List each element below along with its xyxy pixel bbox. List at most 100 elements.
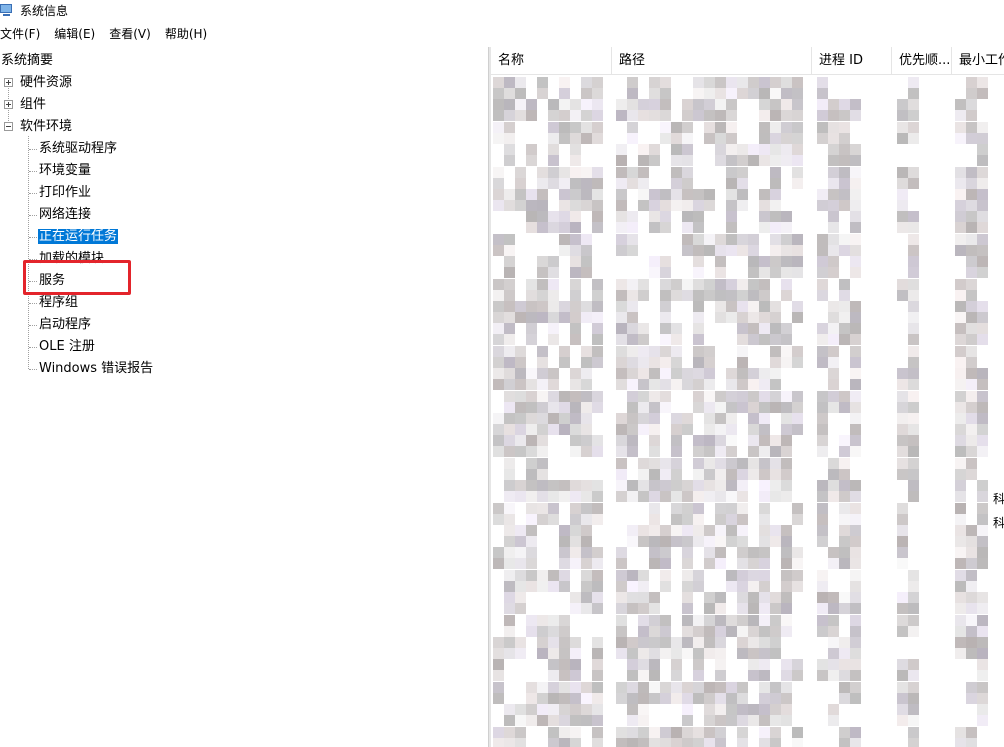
- table-row[interactable]: [491, 166, 1004, 189]
- table-row[interactable]: [491, 77, 1004, 99]
- redacted-pixel: [897, 390, 908, 402]
- redacted-pixel: [770, 345, 781, 357]
- menu-help[interactable]: 帮助(H): [165, 25, 214, 42]
- table-row[interactable]: [491, 681, 1004, 704]
- redacted-pixel: [548, 390, 559, 402]
- redacted-pixel: [839, 323, 850, 335]
- redacted-pixel: [581, 390, 592, 402]
- redacted-pixel: [537, 267, 548, 279]
- table-row[interactable]: [491, 502, 1004, 525]
- redacted-pixel: [526, 99, 537, 111]
- table-row[interactable]: [491, 301, 1004, 323]
- tree-item-system-summary[interactable]: 系统摘要: [1, 50, 53, 72]
- redacted-pixel: [977, 659, 988, 671]
- tree-item-components[interactable]: 组件: [20, 94, 46, 116]
- redacted-pixel: [966, 592, 977, 604]
- redacted-pixel: [770, 648, 781, 659]
- table-row[interactable]: [491, 144, 1004, 167]
- tree-item-ole-registration[interactable]: OLE 注册: [39, 336, 95, 358]
- tree-item-label: 程序组: [39, 295, 79, 310]
- redacted-pixel: [715, 480, 726, 492]
- redacted-pixel: [748, 558, 759, 570]
- table-row[interactable]: [491, 659, 1004, 682]
- tree-item-network-connections[interactable]: 网络连接: [39, 204, 91, 226]
- plus-icon[interactable]: [4, 78, 13, 87]
- menu-edit[interactable]: 编辑(E): [54, 25, 102, 42]
- redacted-pixel: [977, 144, 988, 156]
- table-row[interactable]: [491, 457, 1004, 480]
- table-row[interactable]: [491, 189, 1004, 211]
- menu-view[interactable]: 查看(V): [109, 25, 158, 42]
- redacted-pixel: [759, 88, 770, 99]
- minus-icon[interactable]: [4, 122, 13, 131]
- redacted-pixel: [737, 704, 748, 716]
- tree-item-running-tasks[interactable]: 正在运行任务: [38, 226, 119, 248]
- table-row[interactable]: [491, 413, 1004, 435]
- redacted-pixel: [850, 345, 861, 357]
- redacted-pixel: [493, 356, 504, 368]
- table-row[interactable]: [491, 121, 1004, 144]
- redacted-pixel: [748, 390, 759, 402]
- tree-item-print-jobs[interactable]: 打印作业: [39, 182, 91, 204]
- redacted-pixel: [548, 155, 559, 167]
- tree-item-system-drivers[interactable]: 系统驱动程序: [39, 138, 117, 160]
- redacted-pixel: [515, 580, 526, 592]
- tree-item-windows-error-reporting[interactable]: Windows 错误报告: [39, 358, 153, 380]
- redacted-pixel: [671, 536, 682, 547]
- table-row[interactable]: [491, 390, 1004, 413]
- redacted-pixel: [704, 413, 715, 424]
- table-row[interactable]: [491, 525, 1004, 547]
- redacted-pixel: [977, 525, 988, 536]
- redacted-pixel: [977, 715, 988, 727]
- table-row[interactable]: [491, 368, 1004, 391]
- redacted-pixel: [817, 390, 828, 402]
- title-bar: 系统信息: [0, 0, 1004, 20]
- column-header-min-working-set[interactable]: 最小工作: [952, 47, 1004, 75]
- redacted-pixel: [671, 155, 682, 167]
- table-row[interactable]: [491, 345, 1004, 368]
- column-header-path[interactable]: 路径: [612, 47, 812, 75]
- table-row[interactable]: [491, 256, 1004, 279]
- redacted-pixel: [759, 211, 770, 223]
- table-row[interactable]: [491, 637, 1004, 659]
- redacted-pixel: [638, 390, 649, 402]
- redacted-pixel: [726, 144, 737, 156]
- table-row[interactable]: [491, 211, 1004, 234]
- table-row[interactable]: [491, 323, 1004, 346]
- table-row[interactable]: [491, 726, 1004, 747]
- redacted-pixel: [616, 166, 627, 178]
- plus-icon[interactable]: [4, 100, 13, 109]
- table-row[interactable]: [491, 99, 1004, 122]
- table-row[interactable]: [491, 278, 1004, 301]
- tree-item-program-groups[interactable]: 程序组: [39, 292, 78, 314]
- tree-item-software[interactable]: 软件环境: [20, 116, 72, 138]
- redacted-pixel: [581, 536, 592, 547]
- redacted-pixel: [977, 233, 988, 245]
- redacted-pixel: [966, 244, 977, 256]
- redacted-pixel: [682, 681, 693, 693]
- redacted-pixel: [570, 200, 581, 211]
- redacted-pixel: [638, 614, 649, 626]
- table-row[interactable]: [491, 233, 1004, 256]
- redacted-pixel: [715, 692, 726, 704]
- table-row[interactable]: [491, 704, 1004, 727]
- tree-item-environment-variables[interactable]: 环境变量: [39, 160, 91, 182]
- redacted-pixel: [682, 536, 693, 547]
- redacted-pixel: [693, 312, 704, 323]
- redacted-pixel: [966, 446, 977, 458]
- table-row[interactable]: [491, 547, 1004, 570]
- menu-file[interactable]: 文件(F): [0, 25, 47, 42]
- column-header-name[interactable]: 名称: [491, 47, 612, 75]
- redacted-pixel: [908, 132, 919, 144]
- table-row[interactable]: [491, 592, 1004, 615]
- redacted-pixel: [704, 726, 715, 738]
- tree-item-startup-programs[interactable]: 启动程序: [39, 314, 91, 336]
- table-row[interactable]: [491, 614, 1004, 637]
- redacted-pixel: [581, 401, 592, 413]
- table-row[interactable]: [491, 480, 1004, 503]
- tree-item-hardware[interactable]: 硬件资源: [20, 72, 72, 94]
- table-row[interactable]: [491, 435, 1004, 458]
- column-header-priority[interactable]: 优先顺...: [892, 47, 952, 75]
- column-header-process-id[interactable]: 进程 ID: [812, 47, 892, 75]
- table-row[interactable]: [491, 569, 1004, 592]
